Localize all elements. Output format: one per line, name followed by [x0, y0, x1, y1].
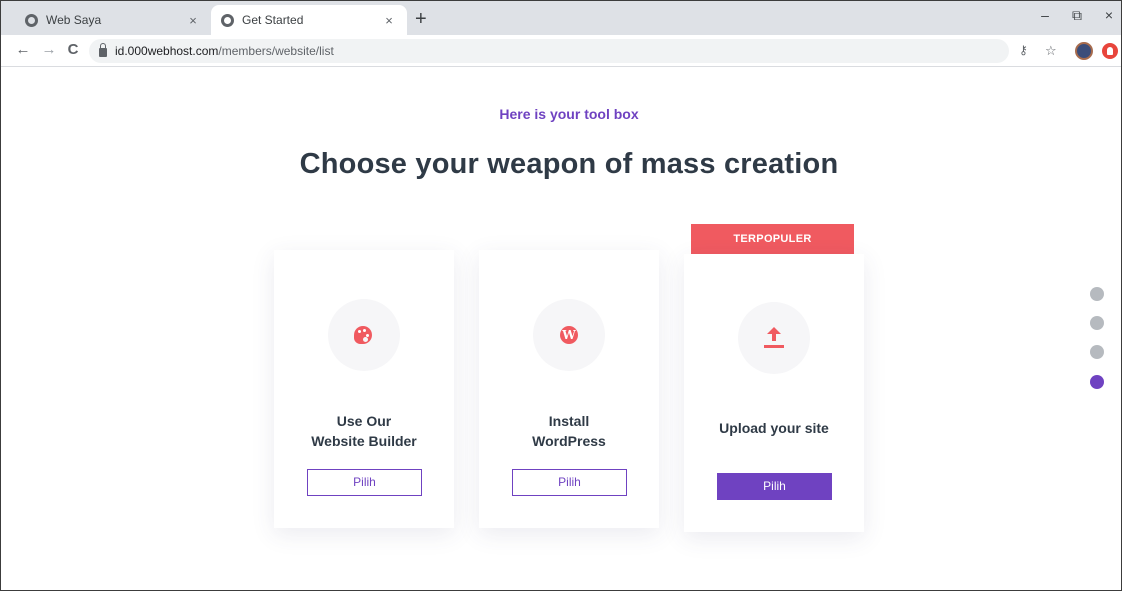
tab-close-icon[interactable]: × — [381, 13, 397, 28]
avatar[interactable] — [1075, 42, 1093, 60]
browser-window: Web Saya × Get Started × + – ⧉ × ← → C i… — [0, 0, 1122, 591]
pager-dot[interactable] — [1090, 345, 1104, 359]
card-title: Install WordPress — [479, 411, 659, 451]
eyebrow-text: Here is your tool box — [499, 106, 639, 122]
popular-badge: TERPOPULER — [691, 224, 854, 254]
back-button[interactable]: ← — [13, 40, 33, 60]
pager-dot[interactable] — [1090, 287, 1104, 301]
url-host: id.000webhost.com — [115, 44, 219, 58]
restore-button[interactable]: ⧉ — [1067, 7, 1087, 24]
card-upload: Upload your site Pilih — [684, 254, 864, 532]
minimize-button[interactable]: – — [1035, 7, 1055, 23]
pilih-button-website-builder[interactable]: Pilih — [307, 469, 422, 496]
tab-title: Get Started — [242, 13, 304, 27]
icon-circle — [738, 302, 810, 374]
tab-close-icon[interactable]: × — [185, 13, 201, 28]
card-title-line: Use Our — [336, 413, 392, 429]
forward-button[interactable]: → — [39, 40, 59, 60]
globe-icon — [221, 13, 234, 27]
tab-get-started[interactable]: Get Started × — [211, 5, 407, 35]
card-title-line: WordPress — [532, 433, 606, 449]
url-path: /members/website/list — [218, 44, 334, 58]
pilih-button-wordpress[interactable]: Pilih — [512, 469, 627, 496]
palette-icon — [354, 326, 372, 344]
card-title-line: Website Builder — [311, 433, 417, 449]
card-website-builder: Use Our Website Builder Pilih — [274, 250, 454, 528]
page-content: Here is your tool box Choose your weapon… — [1, 68, 1121, 590]
card-wordpress: W Install WordPress Pilih — [479, 250, 659, 528]
window-close-button[interactable]: × — [1099, 7, 1119, 23]
tab-strip: Web Saya × Get Started × + – ⧉ × — [1, 1, 1121, 35]
icon-circle: W — [533, 299, 605, 371]
icon-circle — [328, 299, 400, 371]
star-icon[interactable]: ☆ — [1045, 43, 1057, 59]
card-title-line: Install — [548, 413, 590, 429]
pager-dot[interactable] — [1090, 316, 1104, 330]
card-title: Use Our Website Builder — [274, 411, 454, 451]
wordpress-icon: W — [560, 326, 578, 344]
new-tab-button[interactable]: + — [415, 9, 427, 29]
upload-icon — [764, 327, 784, 349]
extension-icon[interactable] — [1102, 43, 1118, 59]
key-icon[interactable]: ⚷ — [1019, 43, 1028, 57]
tab-title: Web Saya — [46, 13, 102, 27]
globe-icon — [25, 13, 38, 27]
address-bar[interactable]: id.000webhost.com/members/website/list — [89, 39, 1009, 63]
pilih-button-upload[interactable]: Pilih — [717, 473, 832, 500]
page-title: Choose your weapon of mass creation — [299, 148, 839, 180]
lock-icon — [99, 43, 107, 57]
tab-web-saya[interactable]: Web Saya × — [15, 5, 211, 35]
card-title: Upload your site — [719, 420, 829, 436]
reload-button[interactable]: C — [63, 40, 83, 60]
browser-toolbar: ← → C id.000webhost.com/members/website/… — [1, 35, 1121, 67]
pager-dot-active[interactable] — [1090, 375, 1104, 389]
